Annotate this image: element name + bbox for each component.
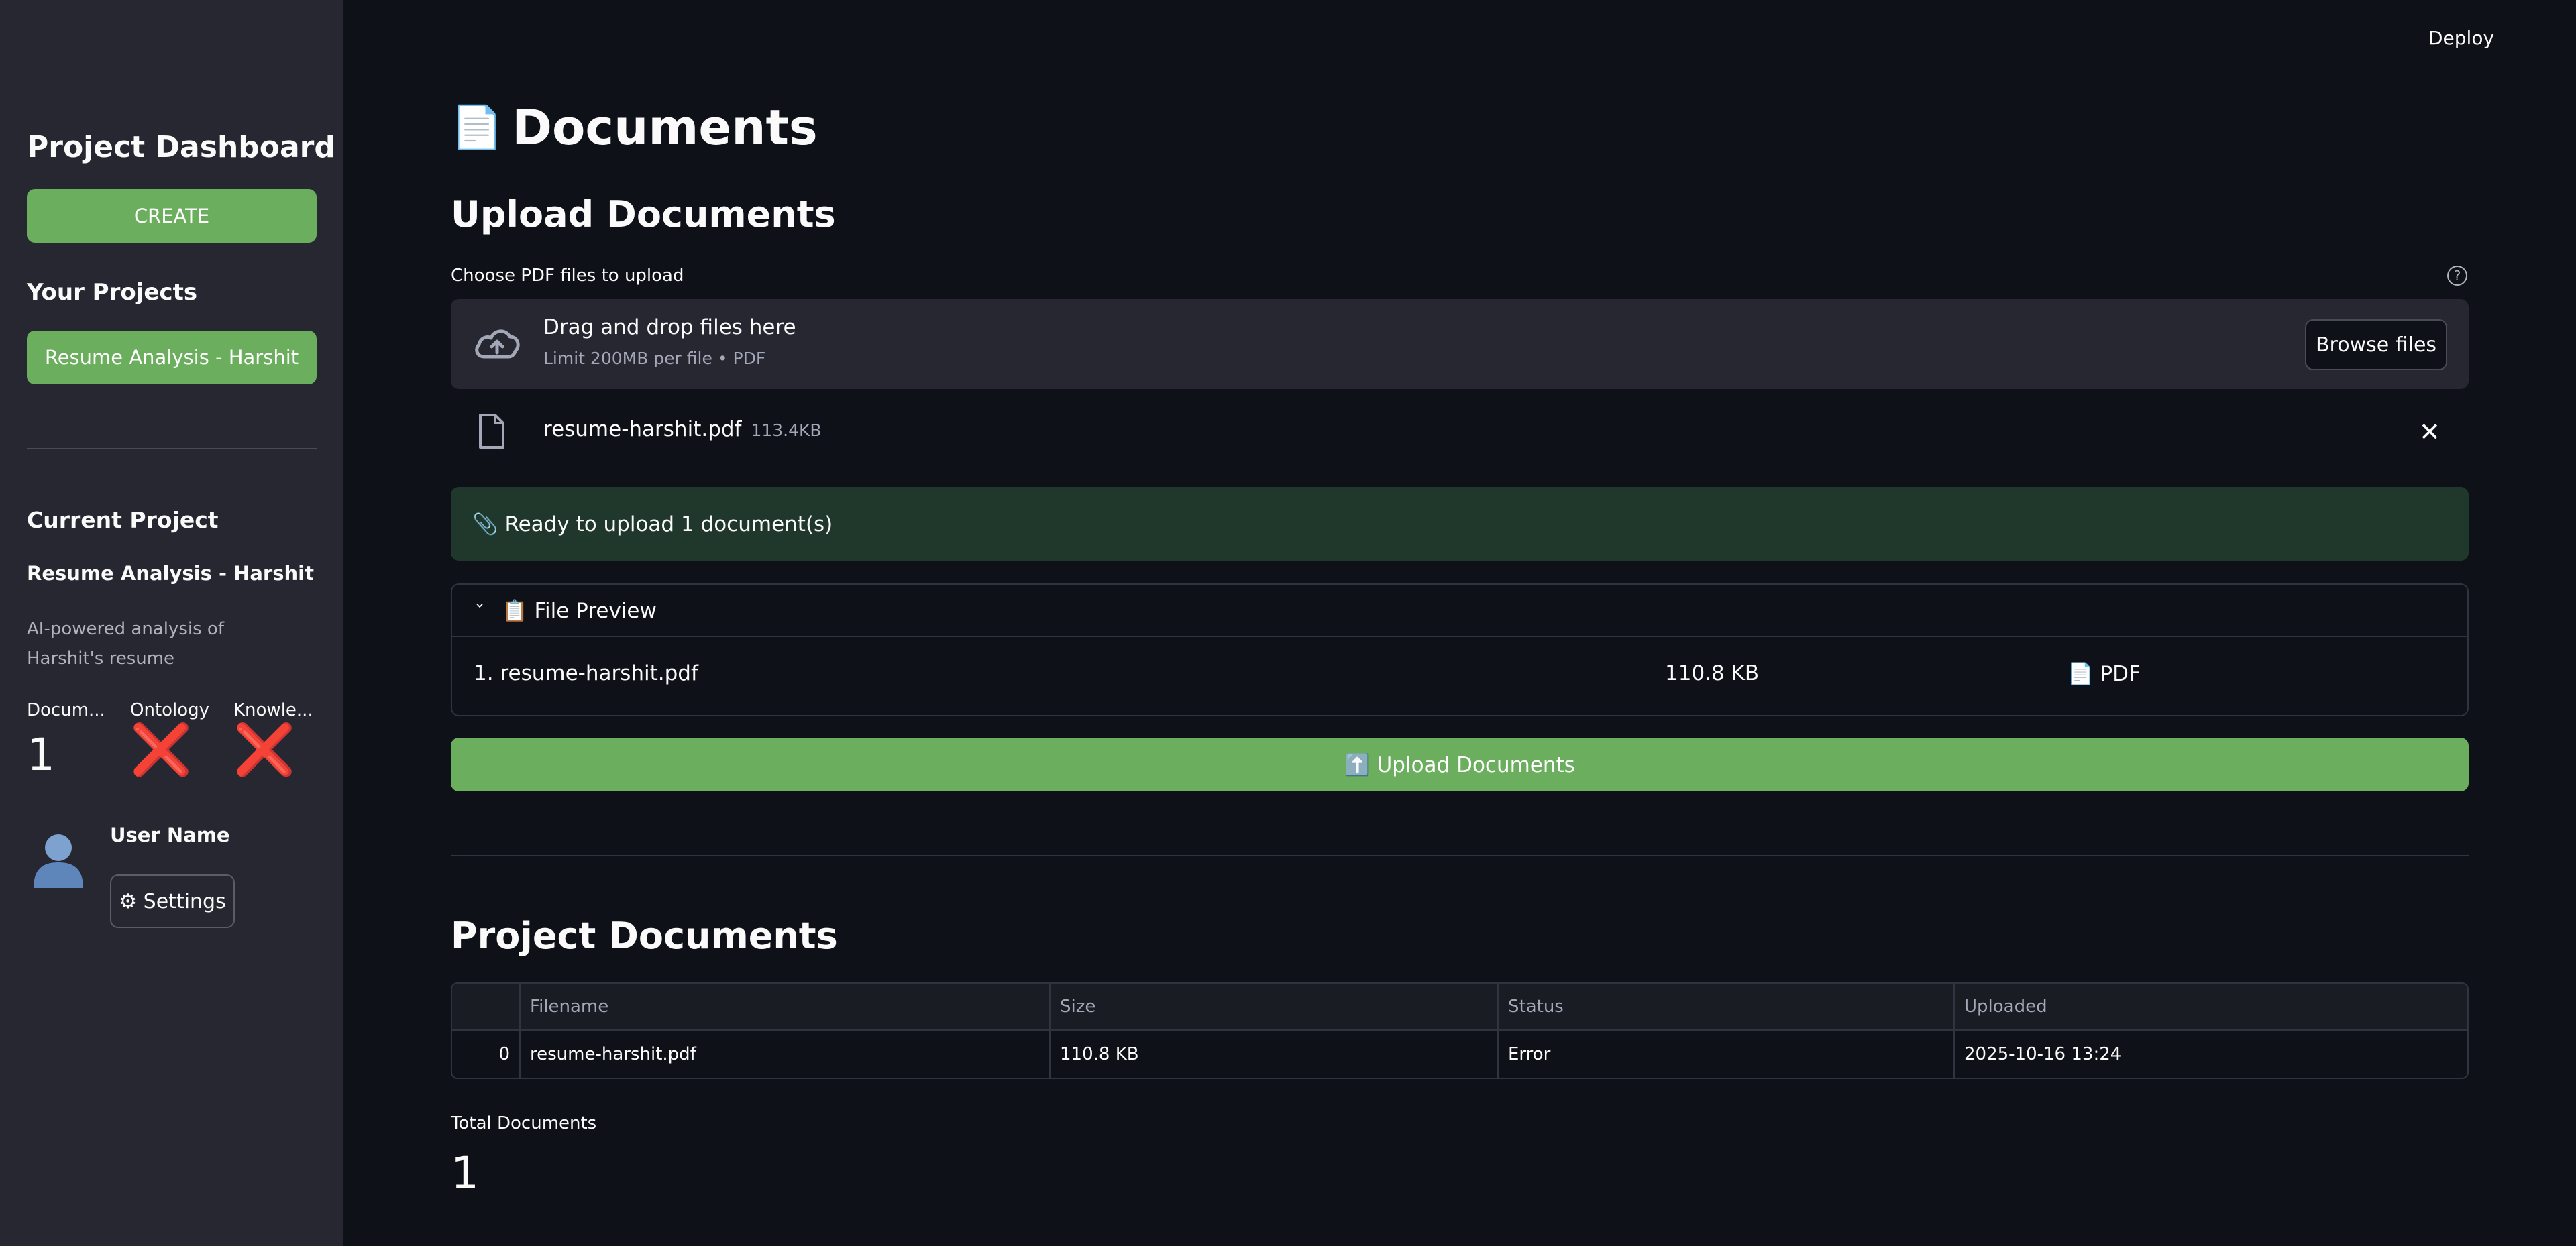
metric-knowledge: Knowle... ❌	[233, 700, 327, 779]
avatar-icon	[34, 834, 83, 888]
cross-icon: ❌	[233, 721, 296, 779]
project-button[interactable]: Resume Analysis - Harshit	[27, 331, 317, 384]
file-dropzone[interactable]: Drag and drop files here Limit 200MB per…	[451, 299, 2469, 389]
main-divider	[451, 855, 2469, 856]
table-header-cell[interactable]: Status	[1499, 984, 1955, 1029]
project-documents-heading: Project Documents	[451, 915, 838, 957]
table-header-cell[interactable]: Uploaded	[1955, 984, 2467, 1029]
upload-documents-button[interactable]: ⬆️ Upload Documents	[451, 738, 2469, 791]
table-header: Filename Size Status Uploaded	[452, 984, 2467, 1031]
file-icon	[479, 414, 504, 449]
uploaded-file-row: resume-harshit.pdf 113.4KB ✕	[451, 405, 2469, 459]
metric-documents: Docum... 1	[27, 700, 121, 779]
documents-table[interactable]: Filename Size Status Uploaded 0 resume-h…	[451, 982, 2469, 1079]
settings-button[interactable]: ⚙ Settings	[110, 874, 235, 928]
page-title: 📄 Documents	[451, 94, 818, 161]
total-documents-value: 1	[451, 1147, 479, 1199]
file-preview-expander: › 📋 File Preview 1. resume-harshit.pdf 1…	[451, 583, 2469, 716]
preview-file-size: 110.8 KB	[1665, 661, 1760, 685]
sidebar: Project Dashboard CREATE Your Projects R…	[0, 0, 343, 1246]
table-header-cell	[452, 984, 521, 1029]
current-project-description: AI-powered analysis of Harshit's resume	[27, 619, 224, 669]
page-title-text: Documents	[512, 99, 818, 156]
user-name: User Name	[110, 824, 230, 846]
cloud-upload-icon	[475, 329, 520, 359]
table-cell[interactable]: 2025-10-16 13:24	[1955, 1031, 2467, 1078]
uploaded-file-size: 113.4KB	[751, 420, 822, 440]
current-project-heading: Current Project	[27, 507, 219, 533]
table-header-cell[interactable]: Filename	[521, 984, 1051, 1029]
table-row: 0 resume-harshit.pdf 110.8 KB Error 2025…	[452, 1031, 2467, 1078]
uploaded-file-name-text: resume-harshit.pdf	[543, 417, 742, 441]
total-documents-label: Total Documents	[451, 1113, 597, 1133]
your-projects-heading: Your Projects	[27, 279, 198, 306]
metric-ontology: Ontology ❌	[130, 700, 224, 779]
uploader-label: Choose PDF files to upload	[451, 266, 684, 286]
uploaded-file-name: resume-harshit.pdf 113.4KB	[543, 417, 822, 441]
metric-label: Knowle...	[233, 700, 313, 720]
cross-icon: ❌	[130, 721, 193, 779]
document-icon: 📄	[451, 103, 503, 152]
current-project-name: Resume Analysis - Harshit	[27, 562, 314, 585]
deploy-button[interactable]: Deploy	[2428, 27, 2494, 49]
dropzone-title: Drag and drop files here	[543, 315, 796, 339]
metric-label: Docum...	[27, 700, 105, 720]
table-cell[interactable]: 110.8 KB	[1051, 1031, 1499, 1078]
metric-label: Ontology	[130, 700, 210, 720]
table-header-cell[interactable]: Size	[1051, 984, 1499, 1029]
help-icon[interactable]: ?	[2447, 266, 2467, 286]
close-icon[interactable]: ✕	[2419, 417, 2440, 447]
preview-file-type: 📄 PDF	[2068, 662, 2141, 686]
dropzone-subtitle: Limit 200MB per file • PDF	[543, 349, 766, 368]
ready-banner: 📎 Ready to upload 1 document(s)	[451, 487, 2469, 561]
preview-file-name: 1. resume-harshit.pdf	[474, 661, 698, 685]
file-preview-header[interactable]: › 📋 File Preview	[452, 585, 2467, 637]
upload-heading: Upload Documents	[451, 193, 836, 235]
create-button[interactable]: CREATE	[27, 189, 317, 243]
file-preview-title: 📋 File Preview	[502, 598, 657, 623]
browse-files-button[interactable]: Browse files	[2305, 319, 2447, 370]
chevron-down-icon: ›	[471, 602, 490, 609]
sidebar-title: Project Dashboard	[27, 130, 335, 164]
table-cell[interactable]: Error	[1499, 1031, 1955, 1078]
metric-value: 1	[27, 729, 55, 781]
table-cell: 0	[452, 1031, 521, 1078]
preview-row: 1. resume-harshit.pdf 110.8 KB 📄 PDF	[452, 637, 2467, 715]
table-cell[interactable]: resume-harshit.pdf	[521, 1031, 1051, 1078]
sidebar-divider	[27, 448, 317, 449]
